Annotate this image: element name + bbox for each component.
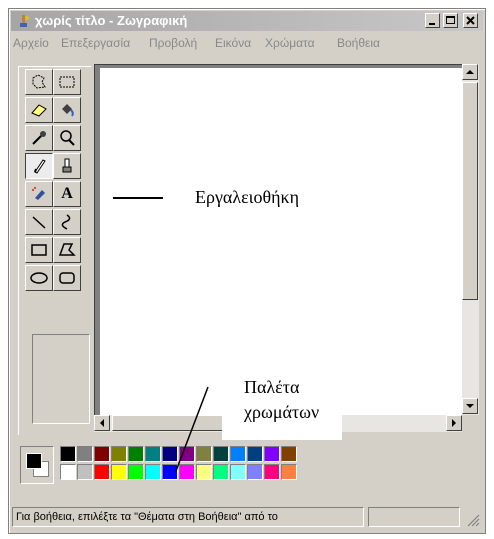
window-title: χωρίς τίτλο - Ζωγραφική bbox=[35, 13, 188, 28]
eraser-icon bbox=[31, 104, 47, 117]
color-swatch[interactable] bbox=[77, 446, 93, 462]
color-swatch[interactable] bbox=[77, 464, 93, 480]
current-colors[interactable] bbox=[20, 446, 54, 484]
color-swatch[interactable] bbox=[111, 446, 127, 462]
color-swatch[interactable] bbox=[264, 446, 280, 462]
minimize-button[interactable] bbox=[425, 13, 440, 28]
tool-pencil[interactable] bbox=[25, 153, 53, 179]
menu-image[interactable]: Εικόνα bbox=[215, 36, 251, 50]
scroll-left-button[interactable] bbox=[94, 415, 110, 431]
tool-curve[interactable] bbox=[53, 209, 81, 235]
color-swatch[interactable] bbox=[247, 464, 263, 480]
scroll-down-button[interactable] bbox=[462, 398, 478, 414]
polygon-icon bbox=[58, 243, 76, 256]
vertical-scroll-thumb[interactable] bbox=[462, 82, 478, 300]
color-swatch[interactable] bbox=[128, 446, 144, 462]
tool-brush[interactable] bbox=[53, 153, 81, 179]
resize-grip-icon[interactable] bbox=[466, 513, 480, 527]
drawing-canvas[interactable] bbox=[100, 68, 462, 415]
minimize-icon bbox=[429, 23, 435, 25]
text-tool-glyph: A bbox=[61, 185, 73, 202]
menu-edit[interactable]: Επεξεργασία bbox=[61, 36, 130, 50]
arrow-up-icon bbox=[466, 70, 474, 74]
palette-label-line1: Παλέτα bbox=[244, 377, 300, 397]
status-bar: Για βοήθεια, επιλέξτε τα "Θέματα στη Βοή… bbox=[10, 505, 484, 529]
maximize-button[interactable] bbox=[443, 13, 458, 28]
color-swatch[interactable] bbox=[94, 464, 110, 480]
free-form-select-icon bbox=[32, 74, 46, 89]
arrow-right-icon bbox=[452, 419, 456, 427]
paint-app-icon bbox=[20, 15, 29, 27]
tool-free-form-select[interactable] bbox=[25, 69, 53, 95]
color-swatch[interactable] bbox=[281, 464, 297, 480]
tool-rounded-rectangle[interactable] bbox=[53, 265, 81, 291]
rectangle-icon bbox=[31, 244, 47, 256]
tool-ellipse[interactable] bbox=[25, 265, 53, 291]
tool-line[interactable] bbox=[25, 209, 53, 235]
toolbox-callout-line bbox=[113, 197, 163, 199]
color-swatch[interactable] bbox=[281, 446, 297, 462]
menu-file[interactable]: Αρχείο bbox=[13, 36, 49, 50]
color-swatch[interactable] bbox=[247, 446, 263, 462]
tool-airbrush[interactable] bbox=[25, 181, 53, 207]
menu-bar: Αρχείο Επεξεργασία Προβολή Εικόνα Χρώματ… bbox=[11, 33, 483, 53]
color-swatch[interactable] bbox=[128, 464, 144, 480]
palette-label-line2: χρωμάτων bbox=[244, 402, 320, 422]
scroll-right-button[interactable] bbox=[446, 415, 462, 431]
tool-magnifier[interactable] bbox=[53, 125, 81, 151]
tool-polygon[interactable] bbox=[53, 237, 81, 263]
tool-rectangle[interactable] bbox=[25, 237, 53, 263]
arrow-left-icon bbox=[100, 419, 104, 427]
scroll-corner bbox=[462, 415, 479, 432]
menu-colors[interactable]: Χρώματα bbox=[265, 36, 315, 50]
eyedropper-icon bbox=[32, 131, 46, 145]
color-swatch[interactable] bbox=[213, 464, 229, 480]
color-swatch[interactable] bbox=[94, 446, 110, 462]
color-swatch[interactable] bbox=[60, 464, 76, 480]
foreground-color bbox=[26, 453, 42, 469]
line-icon bbox=[32, 216, 46, 229]
fill-bucket-icon bbox=[62, 104, 74, 117]
close-icon bbox=[466, 16, 475, 25]
magnifier-icon bbox=[60, 130, 75, 146]
airbrush-icon bbox=[32, 187, 45, 200]
title-bar: χωρίς τίτλο - Ζωγραφική bbox=[11, 11, 483, 31]
ellipse-icon bbox=[30, 272, 48, 284]
menu-help[interactable]: Βοήθεια bbox=[337, 36, 380, 50]
status-coordinates bbox=[368, 507, 460, 527]
toolbox-label: Εργαλειοθήκη bbox=[195, 187, 300, 207]
color-swatch[interactable] bbox=[145, 446, 161, 462]
menu-view[interactable]: Προβολή bbox=[149, 36, 197, 50]
tool-text[interactable]: A bbox=[53, 181, 81, 207]
brush-icon bbox=[62, 158, 72, 173]
tool-eraser[interactable] bbox=[25, 97, 53, 123]
curve-icon bbox=[61, 214, 71, 230]
pencil-icon bbox=[34, 159, 46, 174]
arrow-down-icon bbox=[466, 404, 474, 408]
status-help-text: Για βοήθεια, επιλέξτε τα "Θέματα στη Βοή… bbox=[12, 507, 364, 527]
color-swatch[interactable] bbox=[60, 446, 76, 462]
rounded-rectangle-icon bbox=[59, 272, 75, 284]
color-swatch[interactable] bbox=[264, 464, 280, 480]
scroll-up-button[interactable] bbox=[462, 64, 478, 80]
tool-options-box[interactable] bbox=[32, 334, 90, 424]
color-swatch[interactable] bbox=[111, 464, 127, 480]
color-swatch[interactable] bbox=[145, 464, 161, 480]
tool-fill[interactable] bbox=[53, 97, 81, 123]
vertical-scrollbar[interactable] bbox=[462, 64, 479, 416]
color-swatch[interactable] bbox=[213, 446, 229, 462]
close-button[interactable] bbox=[463, 13, 478, 28]
tool-rect-select[interactable] bbox=[53, 69, 81, 95]
maximize-icon bbox=[446, 16, 455, 24]
tool-pick-color[interactable] bbox=[25, 125, 53, 151]
palette-callout-line bbox=[175, 386, 209, 472]
color-swatch[interactable] bbox=[230, 446, 246, 462]
rect-select-icon bbox=[59, 76, 75, 88]
color-swatch[interactable] bbox=[230, 464, 246, 480]
